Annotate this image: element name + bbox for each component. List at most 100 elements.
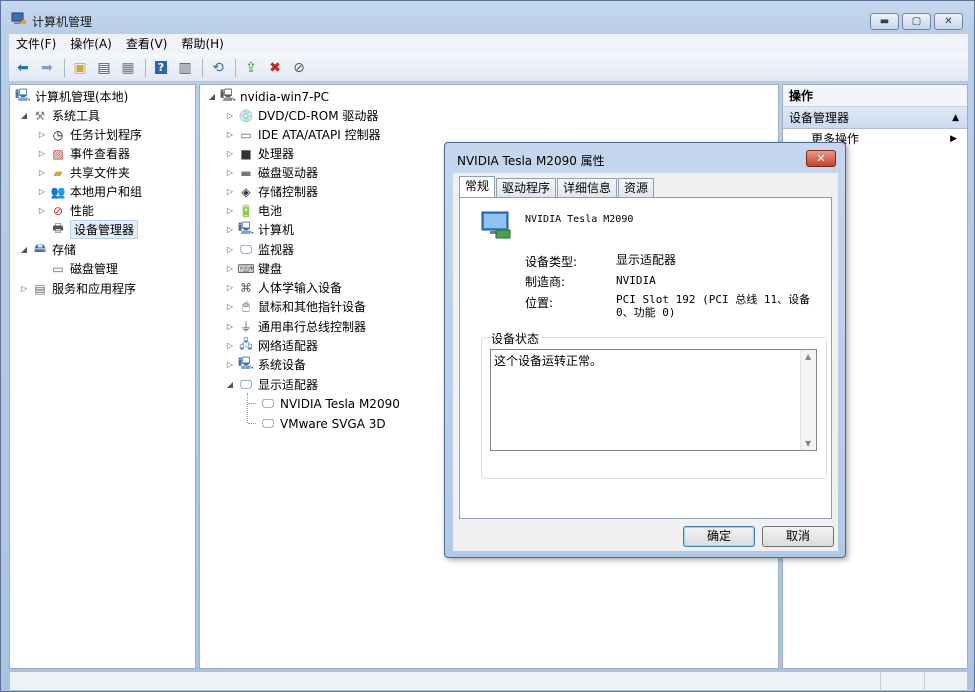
tree-item-root-pc[interactable]: ◢ 🖳 nvidia-win7-PC xyxy=(206,87,329,106)
tree-item-services-apps[interactable]: ▷ ▤ 服务和应用程序 xyxy=(18,279,136,298)
show-hide-tree-button[interactable]: ▤ xyxy=(93,57,115,79)
menu-file[interactable]: 文件(F) xyxy=(9,34,63,54)
tree-item-event-viewer[interactable]: ▷ ▨ 事件查看器 xyxy=(36,144,130,163)
cancel-button[interactable]: 取消 xyxy=(762,526,834,547)
tree-label: 网络适配器 xyxy=(258,339,319,353)
device-category-ide[interactable]: ▷ ▭ IDE ATA/ATAPI 控制器 xyxy=(224,125,381,144)
tree-item-computer-management[interactable]: 🖳 计算机管理(本地) xyxy=(13,87,128,106)
disk-icon: ▭ xyxy=(52,261,64,276)
tab-details[interactable]: 详细信息 xyxy=(557,178,618,198)
usb-icon: ⏚ xyxy=(239,320,252,334)
device-nvidia-tesla[interactable]: 🖵 NVIDIA Tesla M2090 xyxy=(248,394,400,413)
help-button[interactable]: ? xyxy=(150,57,172,79)
menu-action[interactable]: 操作(A) xyxy=(63,34,119,54)
dvd-drive-icon: 💿 xyxy=(238,108,254,123)
device-vmware-svga[interactable]: 🖵 VMware SVGA 3D xyxy=(248,414,386,433)
device-category-batteries[interactable]: ▷ 🔋 电池 xyxy=(224,201,282,220)
device-name: NVIDIA Tesla M2090 xyxy=(525,214,634,225)
disable-button[interactable]: ⊘ xyxy=(288,57,310,79)
up-folder-button[interactable]: ▣ xyxy=(69,57,91,79)
close-icon: ✕ xyxy=(816,152,826,165)
dialog-close-button[interactable]: ✕ xyxy=(806,150,836,167)
menu-bar: 文件(F) 操作(A) 查看(V) 帮助(H) xyxy=(9,34,968,54)
location-value: PCI Slot 192 (PCI 总线 11、设备 0、功能 0) xyxy=(616,293,811,319)
device-category-mice[interactable]: ▷ 🖱 鼠标和其他指针设备 xyxy=(224,297,366,316)
collapsed-arrow-icon: ▷ xyxy=(226,111,234,120)
tree-item-device-manager[interactable]: 🖶 设备管理器 xyxy=(48,220,139,239)
device-category-dvd[interactable]: ▷ 💿 DVD/CD-ROM 驱动器 xyxy=(224,106,379,125)
tree-label: 事件查看器 xyxy=(70,147,131,161)
uninstall-button[interactable]: ✖ xyxy=(264,57,286,79)
users-icon: 👥 xyxy=(50,184,66,199)
menu-view[interactable]: 查看(V) xyxy=(119,34,175,54)
device-category-display[interactable]: ◢ 🖵 显示适配器 xyxy=(224,375,318,394)
scan-hardware-button[interactable]: ⟲ xyxy=(207,57,229,79)
tab-resources[interactable]: 资源 xyxy=(618,178,655,198)
collapsed-arrow-icon: ▷ xyxy=(20,284,28,293)
tree-item-storage[interactable]: ◢ 🖴 存储 xyxy=(18,240,76,259)
tree-label: 通用串行总线控制器 xyxy=(258,320,367,334)
tree-item-local-users[interactable]: ▷ 👥 本地用户和组 xyxy=(36,182,142,201)
title-bar[interactable]: 计算机管理 ▬ ▢ ✕ xyxy=(1,1,974,33)
dialog-tabs: 常规 驱动程序 详细信息 资源 xyxy=(459,176,655,198)
tree-label: 键盘 xyxy=(258,262,283,276)
display-adapter-icon: 🖵 xyxy=(262,416,274,430)
system-device-icon: 🖳 xyxy=(238,356,255,370)
device-category-keyboards[interactable]: ▷ ⌨ 键盘 xyxy=(224,259,282,278)
minimize-button[interactable]: ▬ xyxy=(870,13,899,30)
tree-item-shared-folders[interactable]: ▷ ▰ 共享文件夹 xyxy=(36,163,130,182)
properties-toolbar-button[interactable]: ▦ xyxy=(117,57,139,79)
collapsed-arrow-icon: ▷ xyxy=(226,206,234,215)
uninstall-icon: ✖ xyxy=(269,59,281,76)
device-category-network[interactable]: ▷ 🖧 网络适配器 xyxy=(224,336,318,355)
close-button[interactable]: ✕ xyxy=(934,13,963,30)
ok-button[interactable]: 确定 xyxy=(683,526,755,547)
forward-button[interactable]: ➡ xyxy=(36,57,58,79)
collapsed-arrow-icon: ▷ xyxy=(38,149,46,158)
device-category-monitors[interactable]: ▷ 🖵 监视器 xyxy=(224,240,294,259)
collapsed-arrow-icon: ▷ xyxy=(226,130,234,139)
scroll-down-icon: ▼ xyxy=(805,439,812,448)
status-scrollbar[interactable]: ▲ ▼ xyxy=(800,350,816,450)
collapsed-arrow-icon: ▷ xyxy=(38,206,46,215)
actions-section-device-manager[interactable]: 设备管理器 ▲ xyxy=(783,107,967,129)
ide-controller-icon: ▭ xyxy=(240,127,252,142)
tree-item-disk-management[interactable]: ▭ 磁盘管理 xyxy=(48,259,118,278)
tab-driver[interactable]: 驱动程序 xyxy=(496,178,557,198)
actions-header: 操作 xyxy=(783,85,967,107)
computer-mgmt-icon: 🖳 xyxy=(15,88,32,102)
tree-item-system-tools[interactable]: ◢ ⚒ 系统工具 xyxy=(18,106,100,125)
device-category-usb[interactable]: ▷ ⏚ 通用串行总线控制器 xyxy=(224,317,366,336)
show-hide-action-pane-button[interactable]: ▥ xyxy=(174,57,196,79)
help-icon: ? xyxy=(154,61,168,74)
collapse-up-icon: ▲ xyxy=(952,113,959,123)
device-status-text: 这个设备运转正常。 xyxy=(494,354,603,368)
menu-help[interactable]: 帮助(H) xyxy=(174,34,230,54)
tree-label: 本地用户和组 xyxy=(70,185,143,199)
disk-drive-icon: ▬ xyxy=(240,165,252,180)
tree-label: 系统工具 xyxy=(52,109,101,123)
device-status-textbox[interactable]: 这个设备运转正常。 ▲ ▼ xyxy=(490,349,817,451)
performance-icon: ⊘ xyxy=(52,203,64,218)
scan-hardware-icon: ⟲ xyxy=(212,59,224,76)
device-category-processor[interactable]: ▷ ■ 处理器 xyxy=(224,144,294,163)
services-icon: ▤ xyxy=(34,281,46,296)
update-driver-button[interactable]: ⇪ xyxy=(240,57,262,79)
device-category-storage-controllers[interactable]: ▷ ◈ 存储控制器 xyxy=(224,182,318,201)
device-category-disk-drives[interactable]: ▷ ▬ 磁盘驱动器 xyxy=(224,163,318,182)
device-category-hid[interactable]: ▷ ⌘ 人体学输入设备 xyxy=(224,278,342,297)
dialog-title: NVIDIA Tesla M2090 属性 xyxy=(457,154,605,168)
back-button[interactable]: ⬅ xyxy=(12,57,34,79)
tree-item-performance[interactable]: ▷ ⊘ 性能 xyxy=(36,201,94,220)
device-category-computer[interactable]: ▷ 🖳 计算机 xyxy=(224,220,294,239)
tree-item-task-scheduler[interactable]: ▷ ◷ 任务计划程序 xyxy=(36,125,142,144)
console-tree-pane[interactable]: 🖳 计算机管理(本地) ◢ ⚒ 系统工具 ▷ ◷ 任务计划程序 ▷ ▨ 事件查看器 ▷ … xyxy=(9,84,196,669)
device-category-system[interactable]: ▷ 🖳 系统设备 xyxy=(224,355,306,374)
expanded-arrow-icon: ◢ xyxy=(20,245,28,254)
tree-label: 显示适配器 xyxy=(258,378,319,392)
processor-icon: ■ xyxy=(240,146,252,161)
monitor-icon: 🖵 xyxy=(240,242,252,256)
maximize-button[interactable]: ▢ xyxy=(902,13,931,30)
action-pane-icon: ▥ xyxy=(178,59,192,76)
tab-general[interactable]: 常规 xyxy=(459,176,496,198)
